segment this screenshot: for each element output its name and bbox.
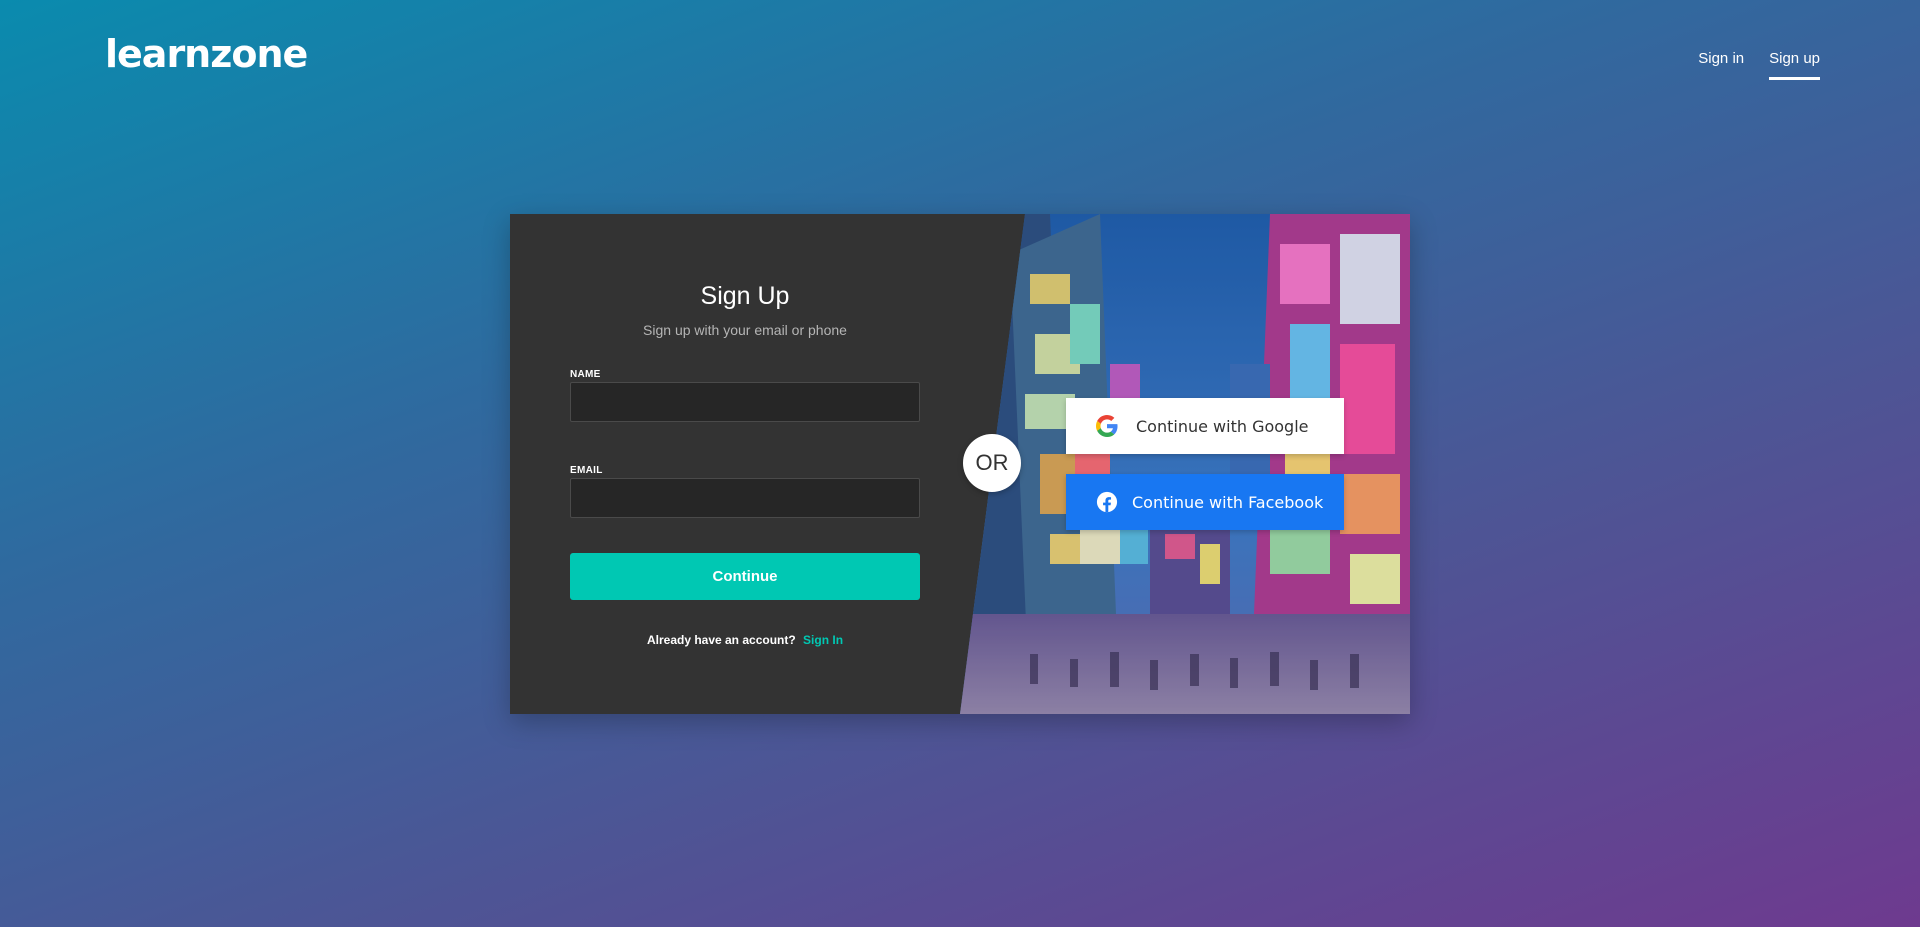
signup-form-panel: Sign Up Sign up with your email or phone… — [510, 214, 980, 714]
google-signin-button[interactable]: Continue with Google — [1066, 398, 1344, 454]
signup-card: Sign Up Sign up with your email or phone… — [510, 214, 1410, 714]
email-label: EMAIL — [570, 465, 603, 476]
google-icon — [1096, 415, 1118, 437]
facebook-button-label: Continue with Facebook — [1132, 492, 1324, 512]
continue-button[interactable]: Continue — [570, 553, 920, 600]
facebook-icon — [1096, 491, 1118, 513]
nav-sign-up-link[interactable]: Sign up — [1769, 50, 1820, 80]
form-title: Sign Up — [700, 282, 790, 310]
name-input[interactable] — [570, 382, 920, 422]
facebook-signin-button[interactable]: Continue with Facebook — [1066, 474, 1344, 530]
name-label: NAME — [570, 369, 601, 380]
or-divider: OR — [963, 434, 1021, 492]
signin-prompt: Already have an account? Sign In — [510, 633, 980, 647]
top-nav: Sign in Sign up — [1698, 50, 1820, 80]
nav-sign-in-link[interactable]: Sign in — [1698, 50, 1744, 80]
google-button-label: Continue with Google — [1136, 416, 1309, 436]
already-account-text: Already have an account? — [646, 633, 796, 647]
email-input[interactable] — [570, 478, 920, 518]
form-subtitle: Sign up with your email or phone — [643, 322, 847, 338]
sign-in-link[interactable]: Sign In — [803, 633, 843, 647]
logo[interactable]: learnzone — [105, 32, 308, 76]
